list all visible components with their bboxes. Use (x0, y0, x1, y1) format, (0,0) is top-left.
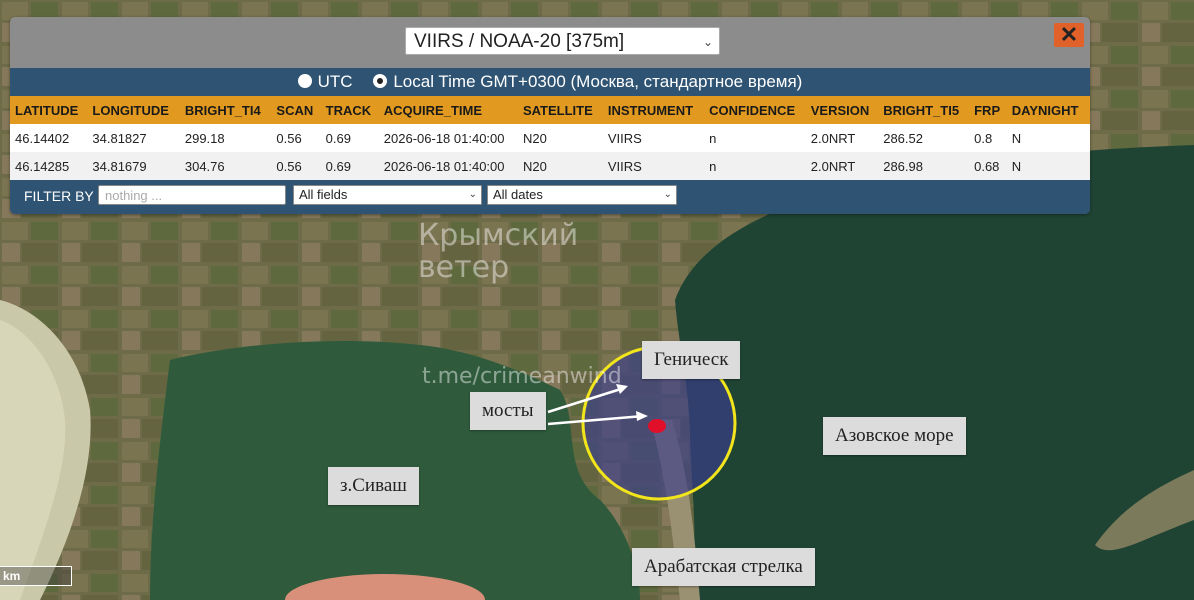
fields-select-value: All fields (299, 187, 348, 202)
close-button[interactable]: ✕ (1054, 23, 1084, 47)
table-cell: 2.0NRT (805, 152, 879, 180)
table-cell: 304.76 (179, 152, 272, 180)
table-header-row: LATITUDE LONGITUDE BRIGHT_TI4 SCAN TRACK ACQU… (10, 96, 1090, 124)
label-bridges: мосты (470, 392, 546, 430)
time-mode-bar: UTC Local Time GMT+0300 (Москва, стандар… (10, 68, 1090, 96)
column-header[interactable]: DAYNIGHT (1006, 96, 1090, 124)
table-cell: 46.14402 (10, 124, 88, 152)
filter-input[interactable] (98, 185, 286, 205)
watermark-subtitle: ветер (418, 250, 510, 285)
column-header[interactable]: SATELLITE (517, 96, 603, 124)
radio-utc[interactable] (297, 74, 312, 88)
table-body: 46.14402 34.81827 299.18 0.56 0.69 2026-06-18… (10, 124, 1090, 180)
table-cell: n (704, 152, 806, 180)
column-header[interactable]: BRIGHT_TI5 (878, 96, 970, 124)
filter-bar: FILTER BY All fields ⌄ All dates ⌄ (10, 180, 1090, 214)
time-option-local[interactable]: Local Time GMT+0300 (Москва, стандартное… (373, 72, 802, 91)
fire-data-panel: VIIRS / NOAA-20 [375m] ⌄ ✕ UTC Local Tim… (10, 17, 1090, 214)
table-cell: 0.56 (271, 124, 321, 152)
watermark-title: Крымский (418, 218, 579, 253)
label-arabat-spit: Арабатская стрелка (632, 548, 815, 586)
column-header[interactable]: BRIGHT_TI4 (179, 96, 272, 124)
table-cell: 2026-06-18 01:40:00 (378, 152, 518, 180)
table-cell: 2026-06-18 01:40:00 (378, 124, 518, 152)
label-genichesk: Геническ (642, 341, 741, 379)
time-option-utc-label: UTC (317, 72, 353, 91)
table-cell: n (704, 124, 806, 152)
fire-hotspot[interactable] (648, 419, 666, 433)
column-header[interactable]: INSTRUMENT (602, 96, 705, 124)
watermark-channel: t.me/crimeanwind (422, 364, 622, 389)
table-row[interactable]: 46.14285 34.81679 304.76 0.56 0.69 2026-06-18… (10, 152, 1090, 180)
table-cell: VIIRS (602, 152, 705, 180)
column-header[interactable]: TRACK (320, 96, 379, 124)
table-cell: N20 (517, 152, 603, 180)
chevron-down-icon: ⌄ (468, 189, 477, 200)
table-cell: 299.18 (179, 124, 272, 152)
filter-label: FILTER BY (24, 188, 94, 204)
chevron-down-icon: ⌄ (663, 189, 672, 200)
table-cell: N (1006, 124, 1090, 152)
time-option-local-label: Local Time GMT+0300 (Москва, стандартное… (393, 72, 803, 91)
column-header[interactable]: LONGITUDE (87, 96, 180, 124)
time-option-utc[interactable]: UTC (297, 72, 358, 91)
dates-select-value: All dates (493, 187, 543, 202)
column-header[interactable]: CONFIDENCE (704, 96, 806, 124)
column-header[interactable]: ACQUIRE_TIME (378, 96, 518, 124)
table-cell: 0.56 (271, 152, 321, 180)
label-sivash: з.Сиваш (328, 467, 419, 505)
dates-select[interactable]: All dates ⌄ (487, 185, 677, 205)
table-cell: 2.0NRT (805, 124, 879, 152)
table-cell: N20 (517, 124, 603, 152)
table-cell: 0.69 (320, 152, 379, 180)
table-cell: 0.8 (969, 124, 1007, 152)
table-cell: 34.81679 (87, 152, 180, 180)
table-cell: 34.81827 (87, 124, 180, 152)
fire-detections-table: LATITUDE LONGITUDE BRIGHT_TI4 SCAN TRACK ACQU… (10, 96, 1090, 180)
panel-header: VIIRS / NOAA-20 [375m] ⌄ ✕ (10, 17, 1090, 68)
column-header[interactable]: SCAN (271, 96, 321, 124)
table-cell: VIIRS (602, 124, 705, 152)
column-header[interactable]: LATITUDE (10, 96, 88, 124)
table-cell: 286.98 (878, 152, 970, 180)
table-cell: N (1006, 152, 1090, 180)
table-cell: 0.68 (969, 152, 1007, 180)
table-cell: 46.14285 (10, 152, 88, 180)
table-cell: 286.52 (878, 124, 970, 152)
radio-local[interactable] (373, 74, 388, 88)
table-cell: 0.69 (320, 124, 379, 152)
map-scale-bar: km (0, 566, 72, 586)
label-azov-sea: Азовское море (823, 417, 966, 455)
column-header[interactable]: FRP (969, 96, 1007, 124)
column-header[interactable]: VERSION (805, 96, 879, 124)
chevron-down-icon: ⌄ (702, 35, 713, 49)
fields-select[interactable]: All fields ⌄ (293, 185, 482, 205)
satellite-select-value: VIIRS / NOAA-20 [375m] (414, 31, 625, 52)
satellite-select[interactable]: VIIRS / NOAA-20 [375m] ⌄ (405, 27, 720, 55)
table-row[interactable]: 46.14402 34.81827 299.18 0.56 0.69 2026-06-18… (10, 124, 1090, 152)
